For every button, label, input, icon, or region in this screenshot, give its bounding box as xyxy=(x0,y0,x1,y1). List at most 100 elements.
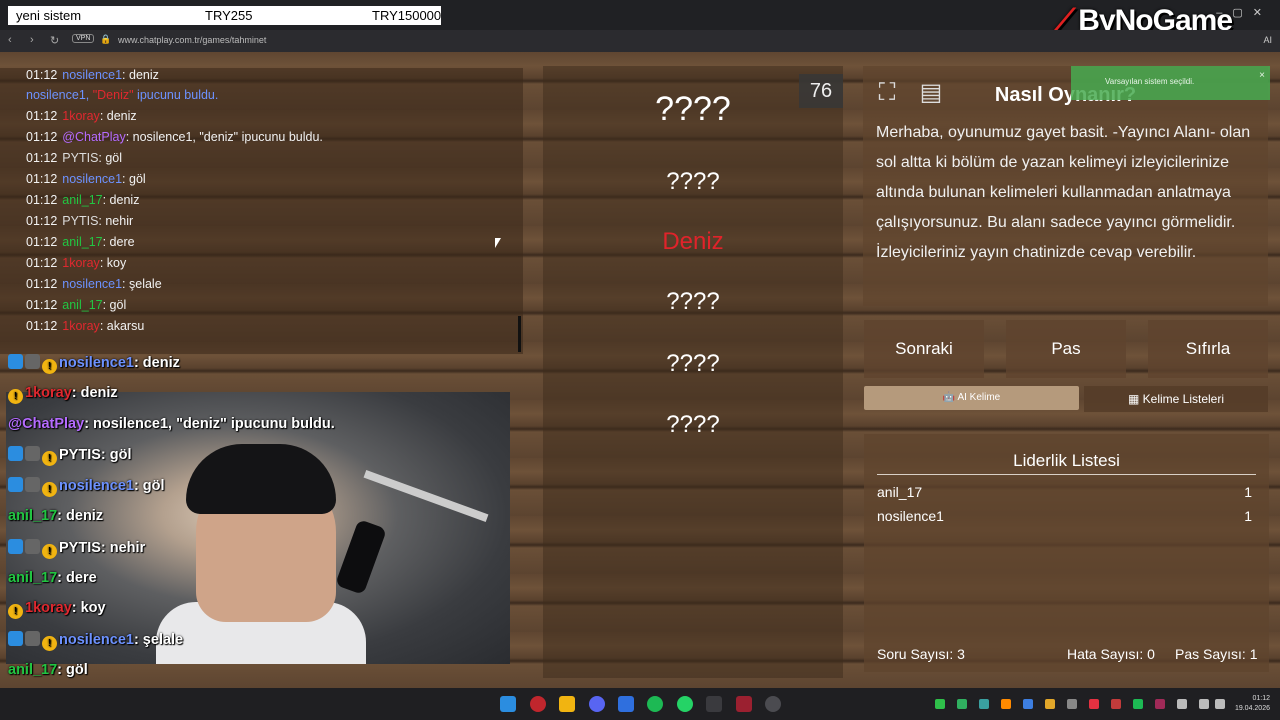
close-icon[interactable]: × xyxy=(1259,70,1265,81)
chat-username[interactable]: PYTIS xyxy=(62,214,98,228)
chat-log-line: 01:12 nosilence1: göl xyxy=(26,172,146,186)
tray-icon[interactable] xyxy=(957,699,967,709)
question-count: Soru Sayısı: 3 xyxy=(877,646,965,662)
lock-icon: 🔒 xyxy=(100,34,112,44)
browser-title-bar: yeni sistem TRY255 TRY150000 ⟋ ByNoGame –… xyxy=(0,0,1280,37)
chat-log-line: 01:12 nosilence1: deniz xyxy=(26,68,159,82)
overlay-chat-line: @ChatPlay: nosilence1, "deniz" ipucunu b… xyxy=(8,416,335,432)
pass-count: Pas Sayısı: 1 xyxy=(1175,646,1258,662)
overlay-chat-username: 1koray xyxy=(25,600,72,617)
tray-icon[interactable] xyxy=(935,699,945,709)
target-word: ???? xyxy=(655,90,731,128)
overlay-chat-message: : deniz xyxy=(71,384,118,401)
toast-message: Varsayılan sistem seçildi. xyxy=(1105,77,1195,86)
how-to-play-text: Merhaba, oyunumuz gayet basit. -Yayıncı … xyxy=(876,124,1251,261)
url-field[interactable]: www.chatplay.com.tr/games/tahminet xyxy=(118,35,266,45)
tray-icon[interactable] xyxy=(1155,699,1165,709)
error-count: Hata Sayısı: 0 xyxy=(1067,646,1155,662)
overlay-chat-username: PYTIS xyxy=(59,539,101,556)
tray-icon[interactable] xyxy=(979,699,989,709)
tray-icon[interactable] xyxy=(1133,699,1143,709)
next-button[interactable]: Sonraki xyxy=(864,320,984,378)
word-lists-button[interactable]: ▦ Kelime Listeleri xyxy=(1084,386,1268,412)
tray-icon[interactable] xyxy=(1023,699,1033,709)
vpn-badge[interactable]: VPN xyxy=(72,34,95,43)
chat-username[interactable]: anil_17 xyxy=(62,235,102,249)
chat-log-line: 01:12 PYTIS: göl xyxy=(26,151,122,165)
leaderboard-name: nosilence1 xyxy=(877,508,944,524)
chat-log-line: nosilence1, "Deniz" ipucunu buldu. xyxy=(26,88,218,102)
chat-username[interactable]: anil_17 xyxy=(62,193,102,207)
notification-toast: Varsayılan sistem seçildi. × xyxy=(1071,66,1270,100)
forward-icon[interactable]: › xyxy=(30,34,34,46)
volume-icon[interactable] xyxy=(1215,699,1225,709)
forbidden-word: ???? xyxy=(666,350,720,377)
tray-icon[interactable] xyxy=(1001,699,1011,709)
overlay-chat-message: : koy xyxy=(71,600,106,617)
chat-scrollbar[interactable] xyxy=(518,316,521,352)
file-explorer-icon[interactable] xyxy=(559,696,575,712)
overlay-chat-message: : nosilence1, "deniz" ipucunu buldu. xyxy=(84,415,335,432)
chat-timestamp: 01:12 xyxy=(26,193,58,207)
whatsapp-icon[interactable] xyxy=(677,696,693,712)
chat-username[interactable]: 1koray xyxy=(62,109,100,123)
rank-badge-icon: ! xyxy=(42,451,57,467)
moderator-badge-icon xyxy=(25,446,40,462)
opera-browser-icon[interactable] xyxy=(530,696,546,712)
chat-username[interactable]: @ChatPlay xyxy=(62,130,125,144)
mail-icon[interactable] xyxy=(618,696,634,712)
chat-log-panel: 01:12 nosilence1: deniz nosilence1, "Deniz… xyxy=(0,68,523,354)
reload-icon[interactable]: ↻ xyxy=(50,34,59,47)
overlay-chat-username: nosilence1 xyxy=(59,478,134,495)
system-clock[interactable]: 01:12 19.04.2026 xyxy=(1235,694,1270,714)
tray-icon[interactable] xyxy=(1067,699,1077,709)
network-icon[interactable] xyxy=(1199,699,1209,709)
windows-start-icon[interactable] xyxy=(500,696,516,712)
ai-word-button[interactable]: 🤖 AI Kelime xyxy=(864,386,1079,410)
tray-icon[interactable] xyxy=(1111,699,1121,709)
rank-badge-icon: ! xyxy=(42,482,57,498)
chat-username[interactable]: PYTIS xyxy=(62,151,98,165)
tray-icon[interactable] xyxy=(1089,699,1099,709)
chat-username[interactable]: 1koray xyxy=(62,319,100,333)
overlay-chat-username: @ChatPlay xyxy=(8,415,85,432)
chat-timestamp: 01:12 xyxy=(26,235,58,249)
rank-badge-icon: ! xyxy=(8,604,23,620)
taskbar: 01:12 19.04.2026 xyxy=(0,688,1280,720)
chat-log-line: 01:12 anil_17: dere xyxy=(26,235,135,249)
discord-icon[interactable] xyxy=(589,696,605,712)
forbidden-word: ???? xyxy=(666,288,720,315)
chat-username[interactable]: nosilence1 xyxy=(62,277,122,291)
chat-username[interactable]: anil_17 xyxy=(62,298,102,312)
verified-badge-icon xyxy=(8,631,23,647)
window-controls[interactable]: –▢✕ xyxy=(1216,6,1272,19)
overlay-chat-username: anil_17 xyxy=(8,508,58,524)
chat-message: ipucunu buldu. xyxy=(133,88,219,102)
reset-button[interactable]: Sıfırla xyxy=(1148,320,1268,378)
chat-log-line: 01:12 1koray: deniz xyxy=(26,109,137,123)
settings-icon[interactable] xyxy=(765,696,781,712)
rank-badge-icon: ! xyxy=(42,543,57,559)
pass-button[interactable]: Pas xyxy=(1006,320,1126,378)
overlay-chat-message: : nehir xyxy=(100,539,146,556)
spotify-icon[interactable] xyxy=(647,696,663,712)
chat-message: : göl xyxy=(98,151,123,165)
stream-goal-target: TRY150000 xyxy=(372,8,442,23)
how-to-play-panel: ⛶ ▤ Nasıl Oynanır? Merhaba, oyunumuz gay… xyxy=(863,66,1268,306)
verified-badge-icon xyxy=(8,446,23,462)
chat-timestamp: 01:12 xyxy=(26,277,58,291)
tray-icon[interactable] xyxy=(1045,699,1055,709)
app-icon[interactable] xyxy=(736,696,752,712)
chat-username[interactable]: nosilence1 xyxy=(62,68,122,82)
microphone-tray-icon[interactable] xyxy=(1177,699,1187,709)
back-icon[interactable]: ‹ xyxy=(8,34,12,46)
ai-button[interactable]: AI xyxy=(1263,35,1272,45)
moderator-badge-icon xyxy=(25,477,40,493)
chat-log-line: 01:12 PYTIS: nehir xyxy=(26,214,133,228)
chat-message: : dere xyxy=(102,235,135,249)
obs-icon[interactable] xyxy=(706,696,722,712)
chat-username[interactable]: nosilence1, xyxy=(26,88,93,102)
chat-username[interactable]: 1koray xyxy=(62,256,100,270)
chat-username[interactable]: nosilence1 xyxy=(62,172,122,186)
overlay-chat-line: anil_17: göl xyxy=(8,662,88,678)
